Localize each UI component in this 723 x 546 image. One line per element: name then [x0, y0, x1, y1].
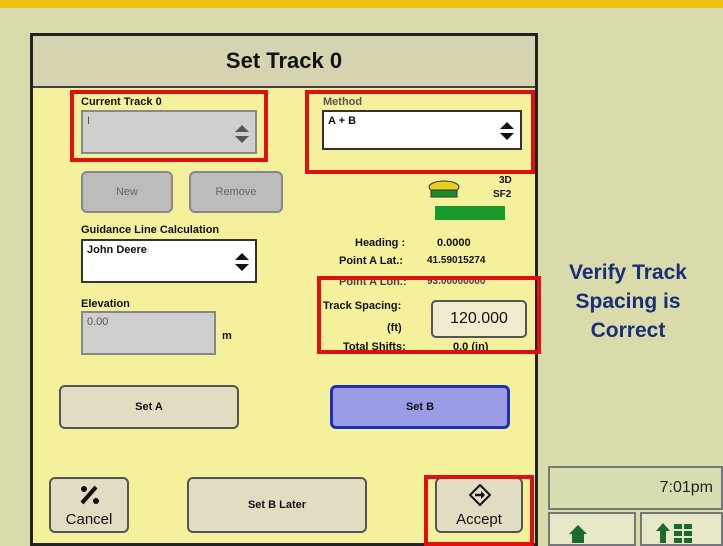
- gps-mode: 3D: [499, 175, 512, 186]
- highlight-accept: [424, 475, 534, 546]
- menu-button[interactable]: [640, 512, 723, 546]
- guidance-value: John Deere: [87, 244, 147, 256]
- cancel-label: Cancel: [65, 511, 113, 528]
- elevation-label: Elevation: [81, 298, 130, 310]
- gps-signal: SF2: [493, 189, 512, 200]
- top-accent-bar: [0, 0, 723, 8]
- elevation-unit: m: [222, 330, 232, 342]
- cancel-button[interactable]: Cancel: [49, 477, 129, 533]
- set-a-button[interactable]: Set A: [59, 385, 239, 429]
- set-b-later-button[interactable]: Set B Later: [187, 477, 367, 533]
- up-menu-icon: [656, 523, 692, 543]
- guidance-label: Guidance Line Calculation: [81, 224, 220, 236]
- guidance-select[interactable]: John Deere: [81, 239, 257, 283]
- home-button[interactable]: [548, 512, 636, 546]
- elevation-input[interactable]: 0.00: [81, 311, 216, 355]
- point-a-lat-value: 41.59015274: [427, 255, 486, 266]
- highlight-method: [305, 90, 535, 174]
- up-down-arrows-icon: [235, 253, 249, 271]
- verify-annotation: Verify Track Spacing is Correct: [569, 261, 687, 342]
- remove-button[interactable]: Remove: [189, 171, 283, 213]
- highlight-track-spacing: [317, 276, 541, 354]
- home-icon: [569, 525, 587, 543]
- heading-label: Heading :: [355, 237, 406, 249]
- highlight-current-track: [70, 90, 268, 162]
- clock-display: 7:01pm: [548, 466, 723, 510]
- gps-signal-bar: [435, 206, 505, 220]
- gps-receiver-icon: [428, 180, 460, 198]
- new-button[interactable]: New: [81, 171, 173, 213]
- cancel-slash-icon: [80, 485, 99, 505]
- set-b-button[interactable]: Set B: [330, 385, 510, 429]
- heading-value: 0.0000: [437, 237, 471, 249]
- dialog-title: Set Track 0: [33, 36, 535, 88]
- elevation-value: 0.00: [87, 316, 109, 328]
- point-a-lat-label: Point A Lat.:: [339, 255, 403, 267]
